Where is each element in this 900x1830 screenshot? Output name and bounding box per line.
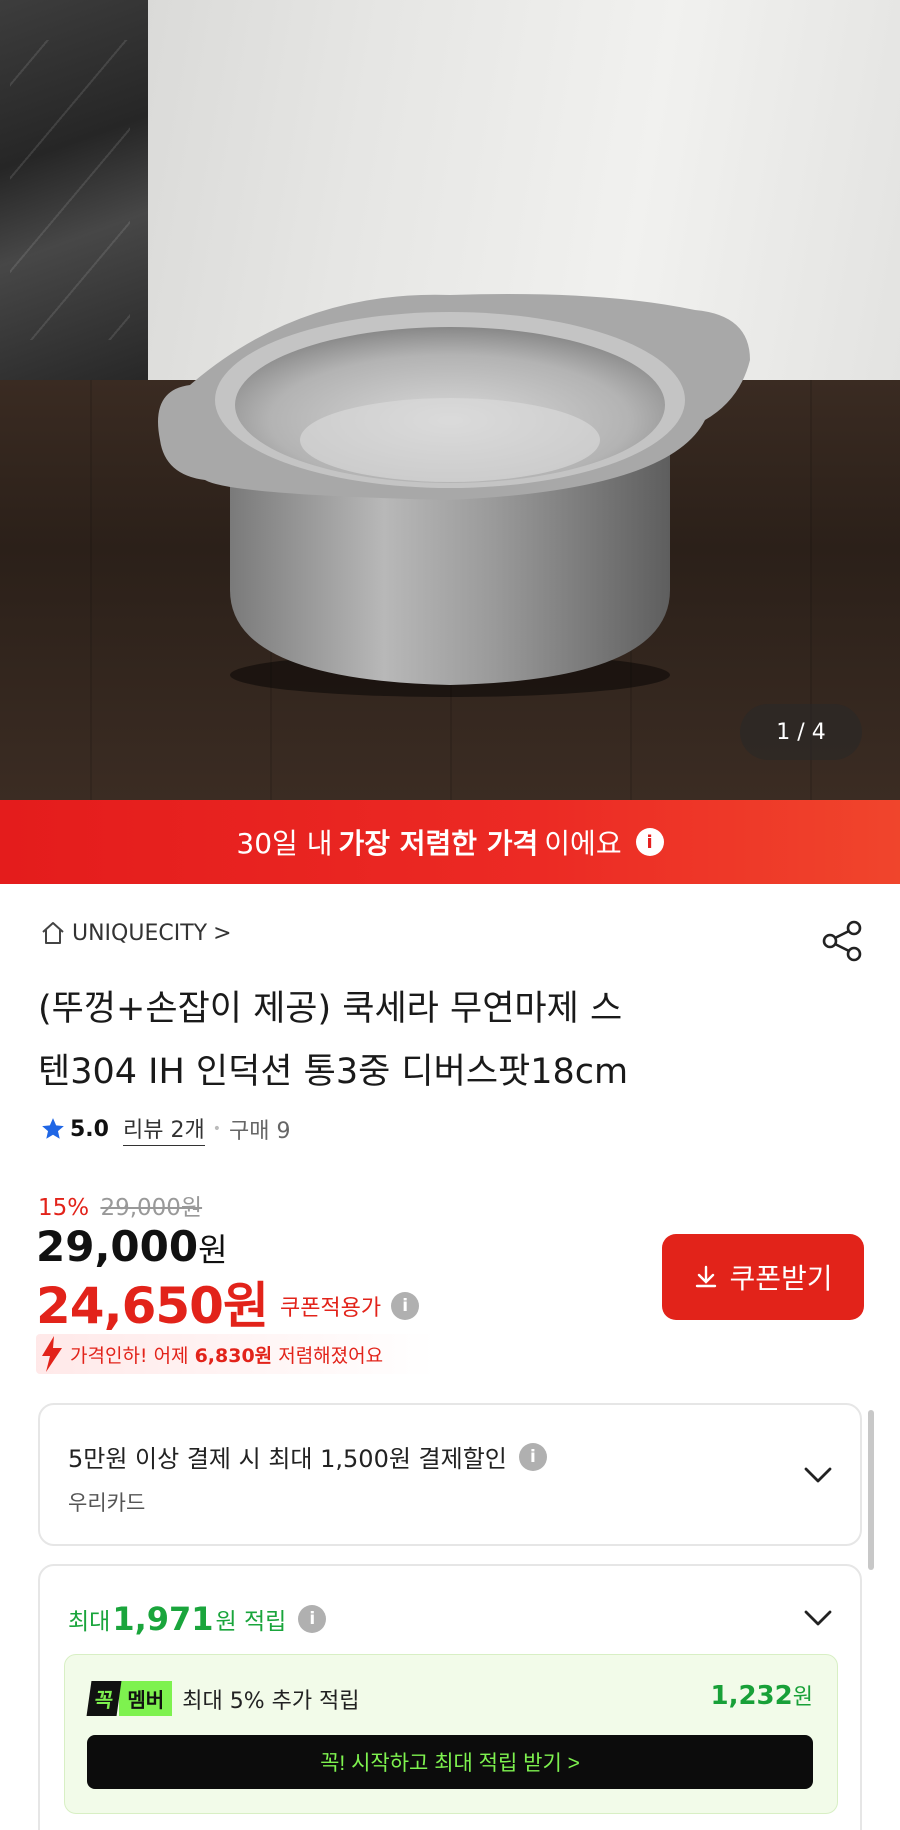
lightning-icon (42, 1336, 62, 1372)
coupon-price: 24,650원 (36, 1277, 269, 1335)
membership-row: 꼭 멤버 최대 5% 추가 적립 (86, 1681, 360, 1716)
current-price-unit: 원 (198, 1231, 228, 1269)
purchase-count: 구매 9 (228, 1119, 291, 1144)
info-icon[interactable]: i (518, 1442, 547, 1471)
chevron-down-icon[interactable] (800, 1457, 836, 1493)
review-count-link[interactable]: 리뷰 2개 (122, 1112, 205, 1146)
product-title: (뚜껑+손잡이 제공) 쿡세라 무연마제 스 텐304 IH 인덕션 통3중 디… (38, 978, 818, 1104)
member-points-amount: 1,232원 (711, 1679, 814, 1711)
product-image-carousel[interactable]: 1 / 4 (0, 0, 900, 800)
member-amount-unit: 원 (792, 1685, 813, 1710)
banner-prefix: 30일 내 (236, 827, 333, 860)
max-points-row: 최대 1,971 원 적립 i (68, 1600, 327, 1638)
chevron-down-icon[interactable] (800, 1600, 836, 1636)
get-coupon-label: 쿠폰받기 (729, 1263, 833, 1294)
get-coupon-button[interactable]: 쿠폰받기 (662, 1234, 864, 1320)
discount-row: 15% 29,000원 (38, 1188, 202, 1222)
member-amount-value: 1,232 (710, 1681, 793, 1711)
membership-card: 꼭 멤버 최대 5% 추가 적립 1,232원 꼭! 시작하고 최대 적립 받기… (64, 1654, 838, 1814)
current-price-amount: 29,000 (36, 1222, 199, 1271)
coupon-price-label: 쿠폰적용가 (279, 1296, 382, 1321)
coupon-price-row: 24,650원 쿠폰적용가 i (36, 1266, 420, 1338)
price-drop-amount: 6,830원 (194, 1344, 273, 1367)
points-prefix: 최대 (68, 1609, 111, 1635)
store-name: UNIQUECITY (72, 920, 208, 946)
banner-suffix: 이에요 (544, 827, 622, 860)
info-icon[interactable]: i (635, 828, 664, 856)
points-suffix: 원 적립 (215, 1609, 287, 1635)
member-badge-kkok: 꼭 (86, 1681, 122, 1716)
share-icon[interactable] (818, 916, 868, 966)
chevron-right-icon: > (213, 920, 232, 946)
banner-highlight: 가장 저렴한 가격 (338, 827, 539, 860)
home-icon (42, 922, 64, 944)
marble-block (0, 0, 148, 430)
original-price: 29,000원 (100, 1195, 203, 1221)
info-icon[interactable]: i (391, 1292, 420, 1320)
points-box[interactable]: 최대 1,971 원 적립 i 꼭 멤버 최대 5% 추가 적립 1,232원 … (38, 1564, 862, 1830)
member-badge-member: 멤버 (119, 1681, 173, 1716)
price-drop-notice: 가격인하! 어제 6,830원 저렴해졌어요 (36, 1334, 436, 1374)
info-icon[interactable]: i (298, 1605, 327, 1633)
rating-row: 5.0 리뷰 2개 • 구매 9 (40, 1112, 290, 1146)
scrollbar[interactable] (868, 1410, 874, 1570)
card-discount-box[interactable]: 5만원 이상 결제 시 최대 1,500원 결제할인 i 우리카드 (38, 1403, 862, 1546)
card-discount-text: 5만원 이상 결제 시 최대 1,500원 결제할인 (68, 1445, 507, 1473)
price-drop-prefix: 가격인하! 어제 (70, 1344, 195, 1367)
discount-percent: 15% (38, 1195, 90, 1221)
card-discount-line: 5만원 이상 결제 시 최대 1,500원 결제할인 i (68, 1439, 547, 1474)
price-drop-text: 가격인하! 어제 6,830원 저렴해졌어요 (70, 1341, 383, 1368)
star-icon (42, 1118, 64, 1139)
product-title-line1: (뚜껑+손잡이 제공) 쿡세라 무연마제 스 (38, 989, 623, 1029)
lowest-price-banner[interactable]: 30일 내 가장 저렴한 가격 이에요 i (0, 800, 900, 884)
points-amount: 1,971 (112, 1600, 214, 1638)
member-benefit-text: 최대 5% 추가 적립 (182, 1688, 360, 1714)
price-drop-suffix: 저렴해졌어요 (272, 1344, 384, 1367)
image-counter: 1 / 4 (740, 704, 862, 760)
rating-score: 5.0 (70, 1116, 109, 1142)
separator-dot: • (212, 1121, 221, 1137)
download-icon (696, 1265, 717, 1288)
product-title-line2: 텐304 IH 인덕션 통3중 디버스팟18cm (38, 1052, 629, 1092)
pot-image (158, 294, 750, 697)
store-link[interactable]: UNIQUECITY > (40, 920, 232, 946)
card-name: 우리카드 (68, 1491, 146, 1515)
start-membership-button[interactable]: 꼭! 시작하고 최대 적립 받기 > (87, 1735, 813, 1789)
current-price: 29,000원 (36, 1222, 228, 1271)
